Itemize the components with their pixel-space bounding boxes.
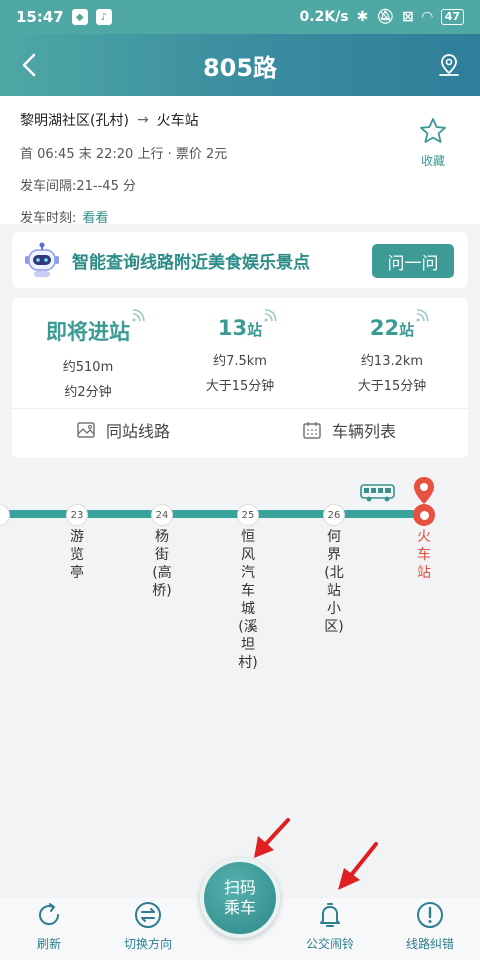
tiktok-notification-icon: ♪	[95, 9, 112, 25]
favorite-button[interactable]: 收藏	[418, 116, 448, 169]
ai-query-card[interactable]: 智能查询线路附近美食娱乐景点 问一问	[12, 232, 468, 288]
station-marker[interactable]: 25	[237, 504, 259, 526]
bluetooth-icon: ✱	[356, 9, 369, 25]
scan-label-line2: 乘车	[223, 898, 256, 917]
station-name-destination[interactable]: 火车站	[414, 528, 434, 582]
network-speed: 0.2K/s	[299, 9, 349, 25]
arrival-card: 即将进站 约510m 约2分钟 13站 约7.5km 大于15分钟 22站 约1…	[12, 298, 468, 458]
bus-icon[interactable]	[360, 484, 396, 502]
status-bar: 15:47 ◆ ♪ 0.2K/s ✱ 🔕︎ ⊠ ◠ 47	[0, 0, 480, 34]
mute-icon: 🔕︎	[376, 9, 395, 25]
scan-to-ride-button[interactable]: 扫码 乘车	[200, 858, 280, 938]
page-title: 805路	[202, 53, 278, 82]
clock: 15:47	[16, 8, 64, 26]
app-notification-icon: ◆	[71, 9, 88, 25]
annotation-arrow-icon	[254, 818, 290, 858]
arrival-status: 即将进站	[46, 309, 145, 346]
same-station-lines-button[interactable]: 同站线路	[76, 418, 170, 442]
route-track	[0, 510, 428, 518]
station-name[interactable]: 何界(北站小区)	[324, 528, 344, 636]
battery-indicator: 47	[440, 9, 464, 25]
signal-wave-icon	[264, 309, 277, 322]
arrival-distance: 约13.2km	[360, 354, 424, 369]
route-direction: 黎明湖社区(孔村) → 火车站	[20, 110, 460, 130]
arrival-time: 约2分钟	[64, 385, 112, 400]
ai-query-text: 智能查询线路附近美食娱乐景点	[72, 252, 310, 273]
interval-info: 发车间隔:21--45 分	[20, 179, 136, 194]
back-button[interactable]	[14, 50, 44, 80]
arrival-distance: 约7.5km	[213, 354, 267, 369]
favorite-label: 收藏	[420, 154, 445, 168]
timetable-label: 发车时刻:	[20, 211, 77, 226]
arrival-item[interactable]: 22站 约13.2km 大于15分钟	[316, 309, 468, 394]
arrival-time: 大于15分钟	[357, 379, 427, 394]
chevron-left-icon	[22, 53, 36, 77]
arrival-item[interactable]: 即将进站 约510m 约2分钟	[12, 309, 164, 400]
route-line-diagram: 23 游览亭 24 杨街(高桥) 25 恒风汽车城(溪坦村) 26 何界(北站小…	[0, 470, 480, 890]
signal-wave-icon	[416, 309, 429, 322]
divider	[12, 408, 468, 409]
annotation-arrow-icon	[338, 842, 378, 890]
refresh-icon	[39, 903, 60, 926]
alert-circle-icon	[417, 902, 443, 928]
origin-station: 黎明湖社区(孔村)	[20, 113, 129, 129]
report-error-label: 线路纠错	[405, 937, 454, 951]
switch-direction-label: 切换方向	[123, 937, 172, 951]
switch-arrows-icon	[135, 902, 161, 928]
refresh-label: 刷新	[36, 937, 61, 951]
calendar-icon	[303, 422, 321, 439]
ask-button[interactable]: 问一问	[372, 244, 454, 278]
map-pin-icon	[439, 54, 459, 76]
report-error-button[interactable]: 线路纠错	[385, 900, 475, 952]
destination-station: 火车站	[156, 113, 199, 129]
station-name[interactable]: 杨街(高桥)	[152, 528, 172, 600]
station-marker[interactable]: 26	[323, 504, 345, 526]
arrival-distance: 约510m	[62, 360, 114, 375]
robot-icon	[24, 241, 60, 279]
map-image-icon	[77, 422, 95, 438]
scan-label-line1: 扫码	[223, 878, 256, 897]
route-info-card: 黎明湖社区(孔村) → 火车站 首 06:45 末 22:20 上行 · 票价 …	[0, 96, 480, 226]
same-station-label: 同站线路	[106, 422, 171, 441]
arrival-stops: 22站	[370, 309, 429, 340]
location-pin-icon	[414, 477, 434, 504]
bus-alarm-label: 公交闹铃	[305, 937, 354, 951]
sim-icon: ⊠	[402, 9, 414, 25]
arrival-item[interactable]: 13站 约7.5km 大于15分钟	[164, 309, 316, 394]
station-name[interactable]: 游览亭	[67, 528, 87, 582]
bell-icon	[320, 903, 340, 927]
bus-alarm-button[interactable]: 公交闹铃	[285, 900, 375, 952]
wifi-icon: ◠	[421, 9, 433, 25]
header: 805路	[0, 34, 480, 96]
station-name[interactable]: 恒风汽车城(溪坦村)	[238, 528, 258, 672]
destination-marker[interactable]	[413, 504, 435, 526]
star-icon	[420, 118, 446, 143]
timetable-link[interactable]: 看看	[82, 211, 108, 226]
schedule-info: 首 06:45 末 22:20 上行 · 票价 2元	[20, 147, 228, 162]
arrow-right-icon: →	[136, 112, 149, 128]
switch-direction-button[interactable]: 切换方向	[103, 900, 193, 952]
station-marker[interactable]: 23	[66, 504, 88, 526]
vehicle-list-button[interactable]: 车辆列表	[302, 418, 396, 442]
signal-wave-icon	[132, 309, 145, 322]
refresh-button[interactable]: 刷新	[4, 900, 94, 952]
arrival-time: 大于15分钟	[205, 379, 275, 394]
timetable-row: 发车时刻: 看看	[20, 207, 460, 226]
vehicle-list-label: 车辆列表	[332, 422, 397, 441]
map-button[interactable]	[434, 50, 464, 80]
station-marker[interactable]	[0, 504, 10, 526]
arrival-stops: 13站	[218, 309, 277, 340]
station-marker[interactable]: 24	[151, 504, 173, 526]
